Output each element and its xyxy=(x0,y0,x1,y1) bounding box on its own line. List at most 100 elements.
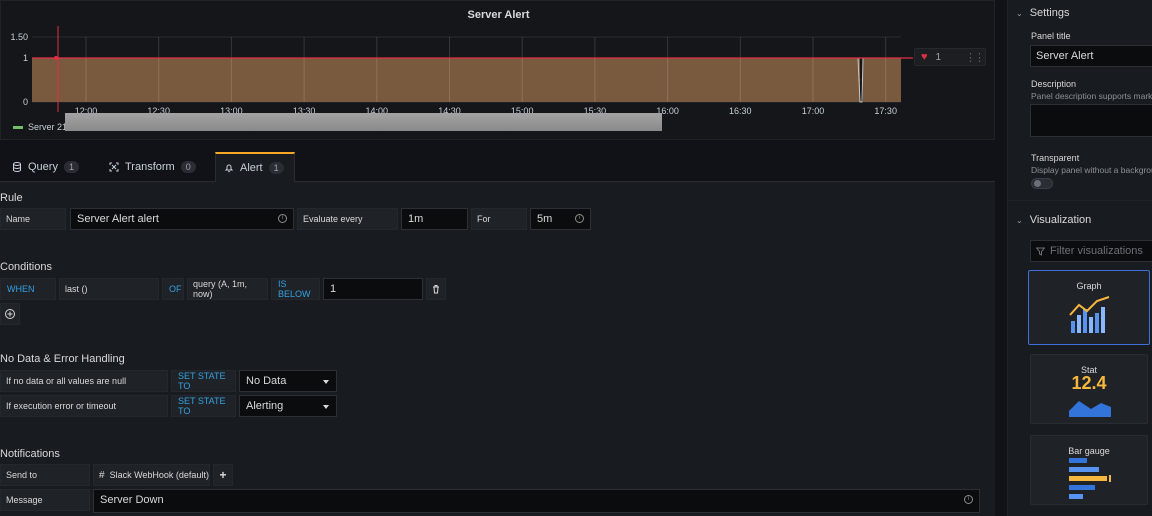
plus-circle-icon xyxy=(5,309,15,319)
series-area-fill xyxy=(32,58,860,102)
stat-sample-value: 12.4 xyxy=(1071,373,1107,393)
for-value: 5m xyxy=(537,213,553,225)
filter-placeholder: Filter visualizations xyxy=(1050,245,1143,257)
info-icon[interactable]: i xyxy=(575,214,584,223)
plus-icon: + xyxy=(219,468,227,482)
y-tick-label: 1.50 xyxy=(10,32,28,42)
heart-broken-icon: ♥ xyxy=(921,51,928,63)
section-notifications-title: Notifications xyxy=(0,448,60,460)
viz-card-graph[interactable]: Graph xyxy=(1028,270,1150,345)
visualization-header[interactable]: ⌄ Visualization xyxy=(1016,214,1091,226)
slack-icon: # xyxy=(99,469,105,481)
legend-series-name[interactable]: Server 21 xyxy=(28,122,67,132)
condition-threshold-input[interactable]: 1 xyxy=(323,278,423,300)
tab-alert[interactable]: Alert 1 xyxy=(215,152,295,182)
caret-down-icon xyxy=(323,405,329,409)
nodata-set-state-keyword: SET STATE TO xyxy=(171,370,236,392)
error-set-state-keyword: SET STATE TO xyxy=(171,395,236,417)
condition-of-keyword: OF xyxy=(162,278,184,300)
tab-label: Transform xyxy=(125,161,175,173)
settings-header-label: Settings xyxy=(1029,7,1070,19)
info-icon[interactable]: i xyxy=(278,214,287,223)
alert-point xyxy=(54,56,58,60)
panel-title: Server Alert xyxy=(467,9,530,21)
database-icon xyxy=(13,162,21,172)
editor-tabs: Query 1 Transform 0 Alert 1 xyxy=(0,148,995,182)
x-tick-label: 17:00 xyxy=(802,106,825,116)
legend-swatch xyxy=(13,125,23,129)
transparent-toggle[interactable] xyxy=(1031,178,1053,189)
delete-condition-button[interactable] xyxy=(426,278,446,300)
viz-card-stat[interactable]: Stat 12.4 xyxy=(1030,354,1148,424)
x-tick-label: 16:30 xyxy=(729,106,752,116)
graph-viz-icon xyxy=(1069,296,1110,333)
transparent-label: Transparent xyxy=(1031,153,1080,163)
filter-visualizations-input[interactable]: Filter visualizations xyxy=(1030,240,1152,262)
settings-header[interactable]: ⌄ Settings xyxy=(1016,7,1069,19)
tab-transform[interactable]: Transform 0 xyxy=(101,152,204,182)
channel-name: Slack WebHook (default) xyxy=(109,470,209,480)
bell-icon xyxy=(224,164,234,173)
redacted-legend-area xyxy=(65,113,662,131)
tab-query[interactable]: Query 1 xyxy=(4,152,87,182)
visualization-header-label: Visualization xyxy=(1029,214,1092,226)
y-tick-label: 0 xyxy=(23,97,28,107)
condition-reducer[interactable]: last () xyxy=(59,278,159,300)
bar-gauge-viz-icon xyxy=(1069,458,1111,499)
alert-state-badge[interactable]: ♥ 1 ⋮⋮ xyxy=(914,48,986,66)
graph-area: 1.50 1 0 12:00 12:30 13:00 13:30 14:00 14:30 1… xyxy=(10,26,913,116)
alert-editor: Rule Name Server Alert alert i Evaluate … xyxy=(0,182,995,516)
tab-count-badge: 0 xyxy=(180,161,196,173)
filter-icon xyxy=(1036,247,1045,256)
for-input[interactable]: 5m i xyxy=(530,208,591,230)
panel-title-label: Panel title xyxy=(1031,31,1071,41)
condition-evaluator[interactable]: IS BELOW xyxy=(271,278,320,300)
add-notification-button[interactable]: + xyxy=(213,464,233,486)
tab-count-badge: 1 xyxy=(268,162,284,174)
trash-icon xyxy=(433,285,439,294)
add-condition-button[interactable] xyxy=(0,303,20,325)
stat-sparkline-icon xyxy=(1069,401,1111,417)
send-to-label: Send to xyxy=(0,464,90,486)
divider xyxy=(1008,200,1152,201)
section-rule-title: Rule xyxy=(0,192,23,204)
rule-name-value: Server Alert alert xyxy=(77,213,159,225)
panel-preview: Server Alert 1.50 1 0 12:00 12:30 13:00 13:… xyxy=(0,0,995,140)
info-icon[interactable]: i xyxy=(964,495,973,504)
evaluate-every-input[interactable]: 1m xyxy=(401,208,468,230)
alert-count: 1 xyxy=(935,51,942,63)
transform-icon xyxy=(109,162,119,172)
description-hint: Panel description supports mark xyxy=(1031,91,1152,101)
y-tick-label: 1 xyxy=(23,53,28,63)
series-area-fill xyxy=(863,58,901,102)
nodata-state-select[interactable]: No Data xyxy=(239,370,337,392)
condition-query[interactable]: query (A, 1m, now) xyxy=(187,278,268,300)
caret-down-icon xyxy=(323,380,329,384)
error-state-select[interactable]: Alerting xyxy=(239,395,337,417)
panel-title-input[interactable]: Server Alert xyxy=(1030,45,1152,67)
viz-name: Graph xyxy=(1076,281,1102,291)
description-label: Description xyxy=(1031,79,1077,89)
nodata-label: If no data or all values are null xyxy=(0,370,168,392)
tab-label: Query xyxy=(28,161,58,173)
graph-legend[interactable]: Server 21 xyxy=(13,122,67,132)
drag-handle-icon[interactable]: ⋮⋮ xyxy=(965,51,985,64)
viz-card-bar-gauge[interactable]: Bar gauge xyxy=(1030,435,1148,505)
message-value: Server Down xyxy=(100,494,164,506)
description-textarea[interactable] xyxy=(1030,104,1152,137)
tab-label: Alert xyxy=(240,162,263,174)
evaluate-every-label: Evaluate every xyxy=(297,208,398,230)
tab-count-badge: 1 xyxy=(63,161,79,173)
message-label: Message xyxy=(0,489,90,511)
condition-when-keyword[interactable]: WHEN xyxy=(0,278,56,300)
x-tick-label: 17:30 xyxy=(874,106,897,116)
notification-channel-tag[interactable]: # Slack WebHook (default) xyxy=(93,464,210,486)
rule-name-input[interactable]: Server Alert alert i xyxy=(70,208,294,230)
panel-editor: Server Alert 1.50 1 0 12:00 12:30 13:00 13:… xyxy=(0,0,1152,516)
transparent-hint: Display panel without a backgrou xyxy=(1031,165,1152,175)
section-nodata-title: No Data & Error Handling xyxy=(0,353,125,365)
chevron-down-icon: ⌄ xyxy=(1016,8,1023,18)
options-sidebar: ⌄ Settings Panel title Server Alert Desc… xyxy=(1007,0,1152,516)
viz-name: Bar gauge xyxy=(1068,446,1110,456)
message-textarea[interactable]: Server Down i xyxy=(93,489,980,513)
